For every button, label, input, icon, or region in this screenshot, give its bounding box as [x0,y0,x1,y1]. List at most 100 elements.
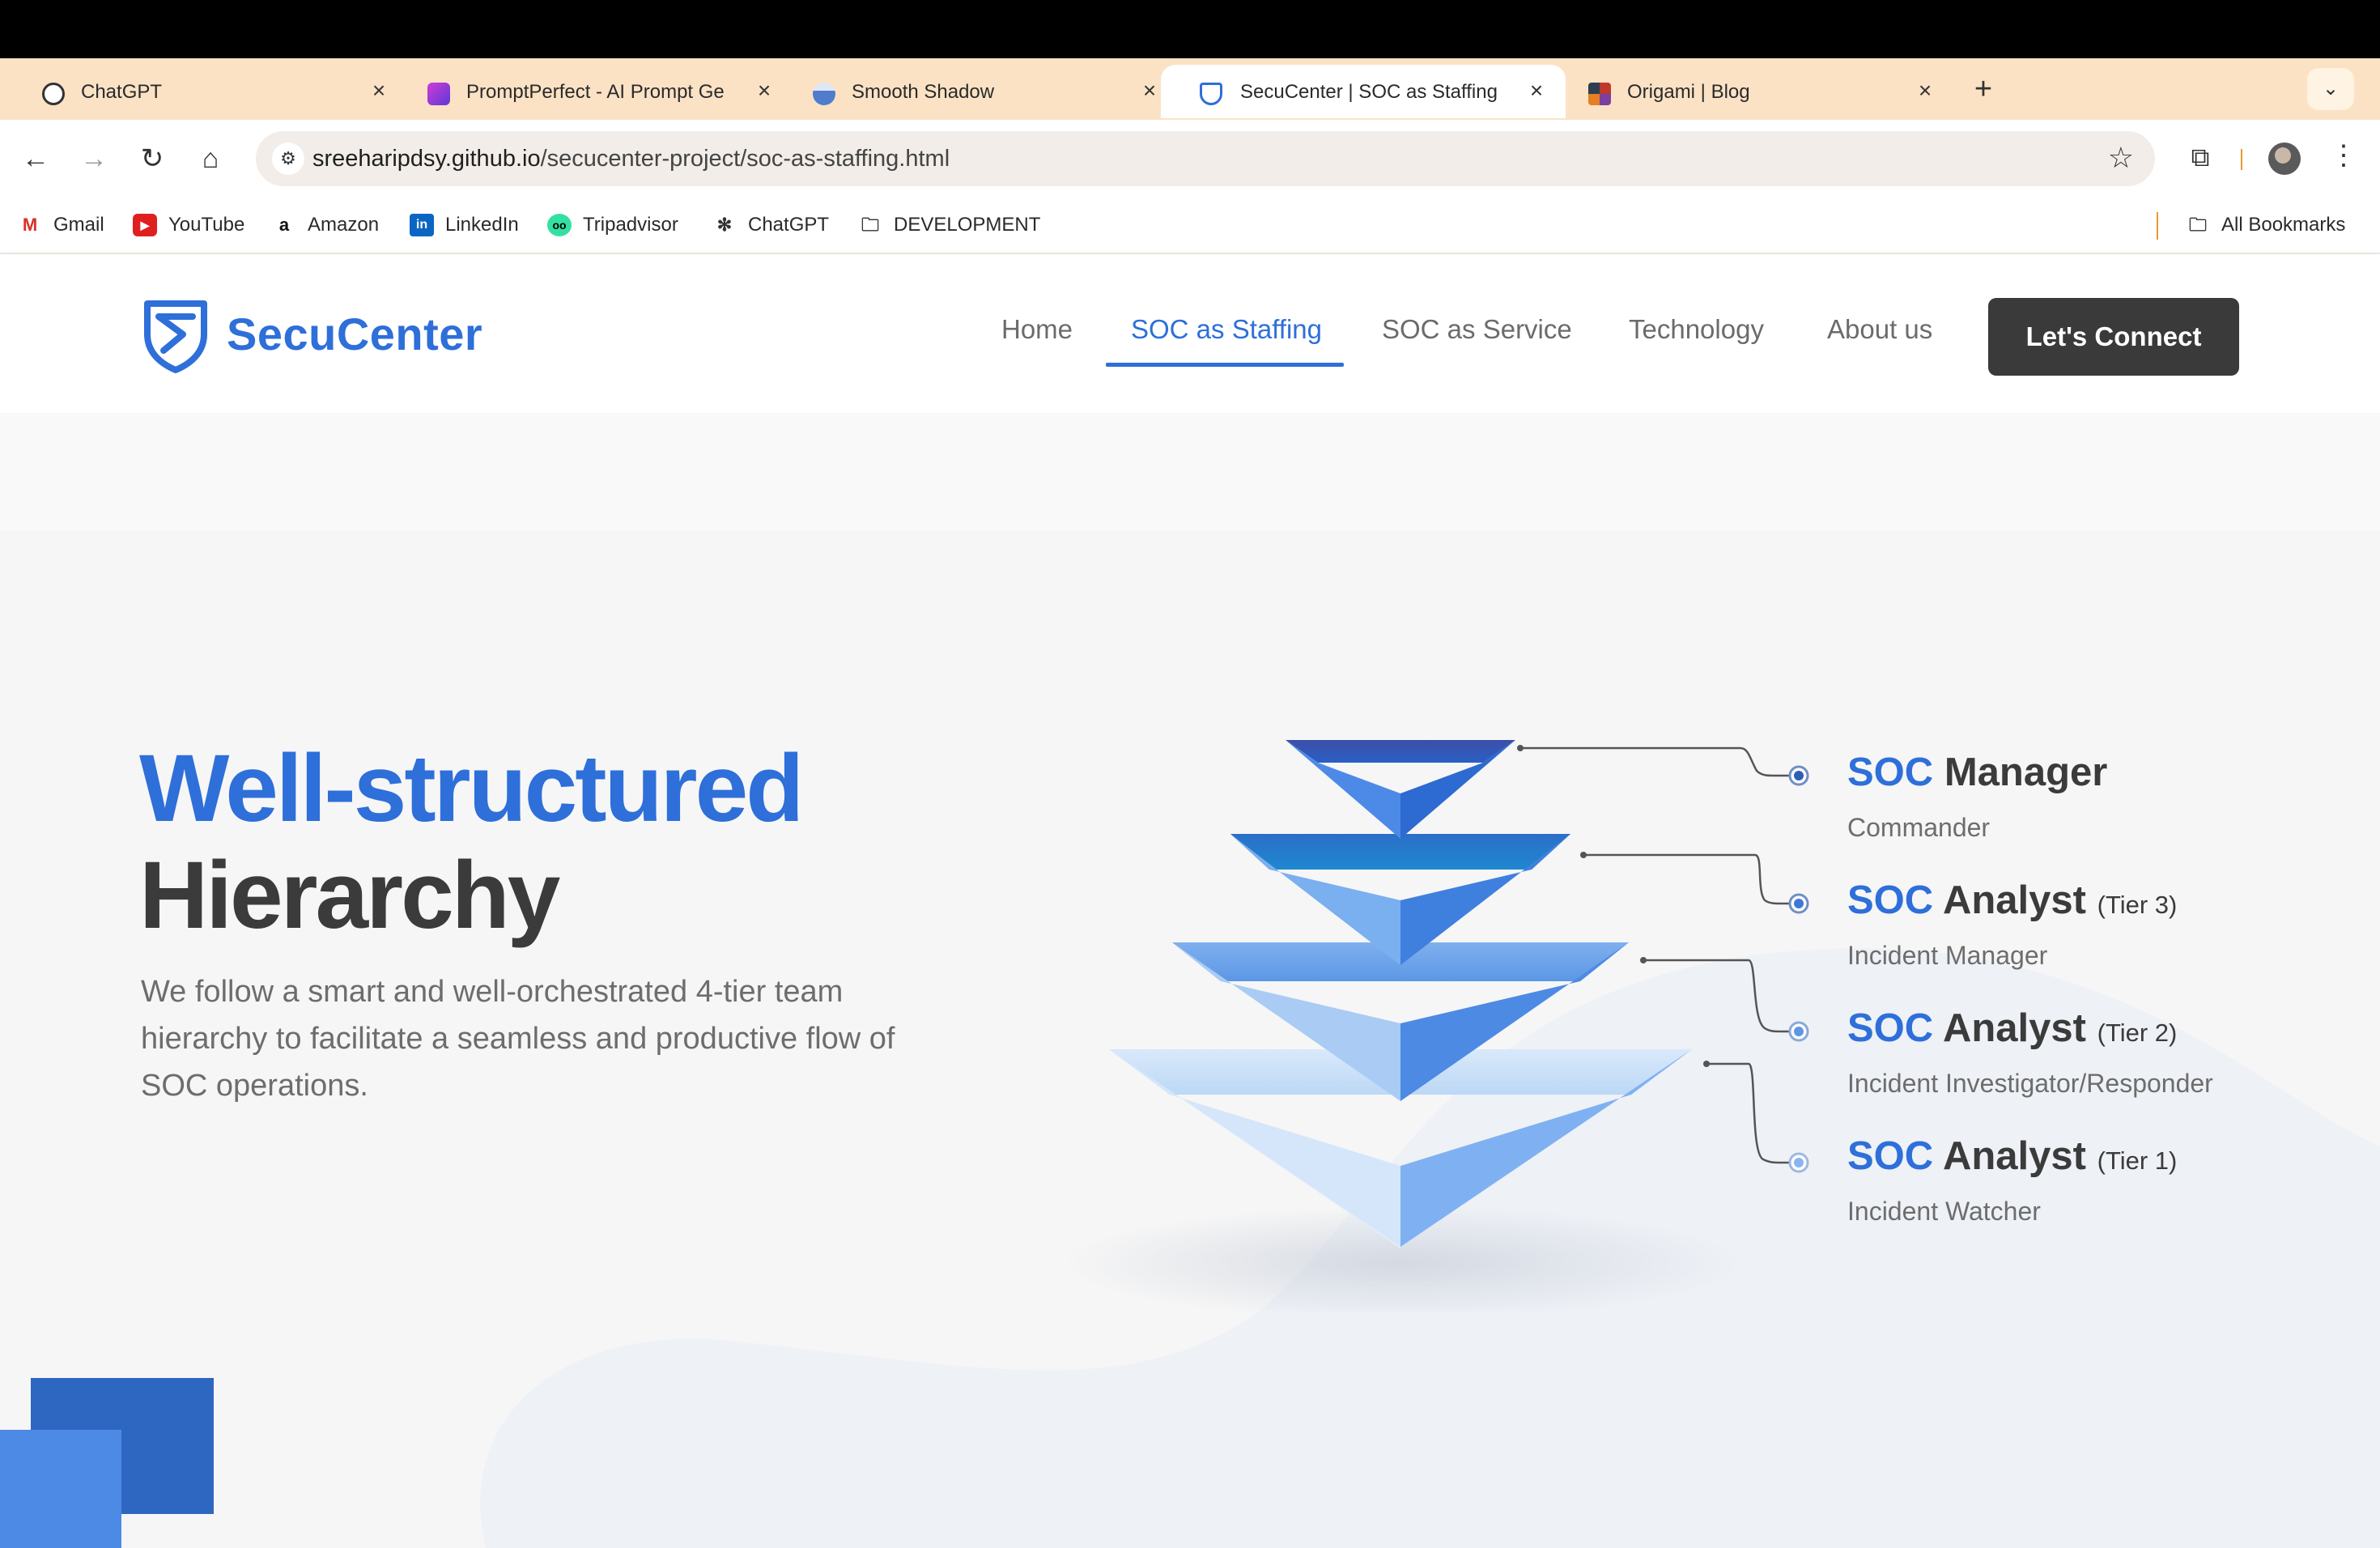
shield-logo-icon[interactable] [142,299,209,373]
home-button[interactable]: ⌂ [191,139,230,178]
amazon-icon: a [278,215,290,235]
nav-technology[interactable]: Technology [1629,314,1764,345]
tier-role: Analyst [1942,1006,2086,1050]
bookmark-youtube[interactable]: ▶ YouTube [133,214,244,236]
menu-icon[interactable]: ⋮ [2330,139,2357,172]
tier-description: Incident Watcher [1847,1197,2041,1226]
tier-label-tier2: SOC Analyst (Tier 2) Incident Investigat… [1847,1006,2213,1099]
tier-label-tier3: SOC Analyst (Tier 3) Incident Manager [1847,878,2177,971]
bookmark-label: DEVELOPMENT [894,214,1041,236]
bookmarks-bar: M Gmail ▶ YouTube a Amazon in LinkedIn oo Tri… [0,198,2380,254]
section-spacer [0,413,2380,531]
bookmark-label: LinkedIn [445,214,519,236]
nav-soc-as-service[interactable]: SOC as Service [1382,314,1572,345]
nav-soc-as-staffing[interactable]: SOC as Staffing [1131,314,1322,345]
bookmark-amazon[interactable]: a Amazon [272,214,379,236]
tier-description: Commander [1847,813,1991,842]
hierarchy-pyramid [1060,740,1809,1312]
site-logo-text[interactable]: SecuCenter [227,308,482,360]
tab-chatgpt[interactable]: ChatGPT × [0,65,405,118]
tab-promptperfect[interactable]: PromptPerfect - AI Prompt Ge × [385,65,790,118]
tier-prefix: SOC [1847,1134,1934,1178]
profile-avatar[interactable] [2268,142,2301,175]
tab-title: SecuCenter | SOC as Staffing [1240,81,1498,103]
bookmark-gmail[interactable]: M Gmail [18,214,104,236]
site-header: SecuCenter Home SOC as Staffing SOC as S… [0,254,2380,413]
tier-prefix: SOC [1847,878,1934,922]
tier-heading: SOC Analyst (Tier 2) [1847,1006,2213,1051]
nav-home[interactable]: Home [1001,314,1073,345]
bookmark-label: Tripadvisor [583,214,678,236]
tab-origami[interactable]: Origami | Blog × [1546,65,1951,118]
tier-description: Incident Investigator/Responder [1847,1069,2213,1098]
reload-button[interactable]: ↻ [133,139,172,178]
close-icon[interactable]: × [1137,78,1162,104]
tab-title: Origami | Blog [1627,81,1750,103]
tier-role: Manager [1944,751,2108,794]
youtube-icon: ▶ [133,214,157,236]
all-bookmarks[interactable]: 🗀 All Bookmarks [2186,214,2345,236]
site-settings-icon[interactable]: ⚙ [272,142,304,175]
pyramid-tier-4 [1286,740,1515,839]
tier-prefix: SOC [1847,1006,1934,1050]
decorative-square-light [0,1430,121,1548]
tier-role: Analyst [1942,878,2086,922]
openai-icon [42,83,65,105]
bookmark-label: Gmail [53,214,104,236]
tab-smooth-shadow[interactable]: Smooth Shadow × [771,65,1175,118]
hero-title-line1: Well-structured [139,735,804,842]
close-icon[interactable]: × [1912,78,1938,104]
tier-prefix: SOC [1847,751,1934,794]
tier-level: (Tier 2) [2097,1019,2178,1047]
bookmark-tripadvisor[interactable]: oo Tripadvisor [547,214,678,236]
new-tab-button[interactable]: + [1966,71,2001,107]
back-button[interactable]: ← [16,139,55,178]
nav-active-indicator [1106,363,1344,367]
openai-icon: ✻ [716,215,733,235]
tier-label-manager: SOC Manager Commander [1847,750,2107,843]
tab-secucenter[interactable]: SecuCenter | SOC as Staffing × [1161,65,1566,118]
shield-icon [1200,83,1222,105]
bookmark-label: Amazon [308,214,380,236]
hero-description: We follow a smart and well-orchestrated … [141,975,895,1103]
bookmark-label: YouTube [168,214,245,236]
tier-role: Analyst [1942,1134,2086,1178]
forward-button[interactable]: → [74,139,113,178]
bookmark-linkedin[interactable]: in LinkedIn [410,214,519,236]
tab-title: ChatGPT [81,81,163,103]
folder-icon: 🗀 [2188,215,2207,235]
bookmark-star-icon[interactable]: ☆ [2108,141,2134,175]
nav-about-us[interactable]: About us [1827,314,1932,345]
tab-search-button[interactable]: ⌄ [2307,68,2354,110]
bookmarks-divider [2157,212,2158,240]
tier-heading: SOC Analyst (Tier 1) [1847,1133,2177,1179]
bookmark-chatgpt[interactable]: ✻ ChatGPT [712,214,829,236]
toolbar-divider [2241,149,2242,170]
browser-toolbar: ← → ↻ ⌂ ⚙ sreeharipdsy.github.io/secucen… [0,120,2380,198]
gmail-icon: M [22,215,38,235]
tier-heading: SOC Manager [1847,750,2107,795]
extensions-icon[interactable]: ⧉ [2182,139,2218,175]
tier-level: (Tier 1) [2097,1146,2178,1175]
hero-title-line2: Hierarchy [139,842,560,949]
origami-icon [1588,83,1611,105]
linkedin-icon: in [410,214,434,236]
smooth-shadow-icon [813,83,835,105]
url-text[interactable]: sreeharipdsy.github.io/secucenter-projec… [312,146,950,172]
bookmark-development[interactable]: 🗀 DEVELOPMENT [858,214,1040,236]
folder-icon: 🗀 [861,215,879,235]
promptperfect-icon [427,83,450,105]
tier-label-tier1: SOC Analyst (Tier 1) Incident Watcher [1847,1133,2177,1227]
tab-title: PromptPerfect - AI Prompt Ge [466,81,725,103]
tab-strip: ChatGPT × PromptPerfect - AI Prompt Ge ×… [0,58,2380,160]
lets-connect-button[interactable]: Let's Connect [1988,298,2239,376]
url-path: /secucenter-project/soc-as-staffing.html [540,146,950,172]
tier-heading: SOC Analyst (Tier 3) [1847,878,2177,923]
window-titlebar [0,0,2380,58]
tier-description: Incident Manager [1847,941,2048,970]
tab-title: Smooth Shadow [852,81,995,103]
url-host: sreeharipdsy.github.io [312,146,541,172]
all-bookmarks-label: All Bookmarks [2221,214,2346,236]
tier-level: (Tier 3) [2097,891,2178,919]
address-bar[interactable]: ⚙ sreeharipdsy.github.io/secucenter-proj… [256,131,2155,186]
